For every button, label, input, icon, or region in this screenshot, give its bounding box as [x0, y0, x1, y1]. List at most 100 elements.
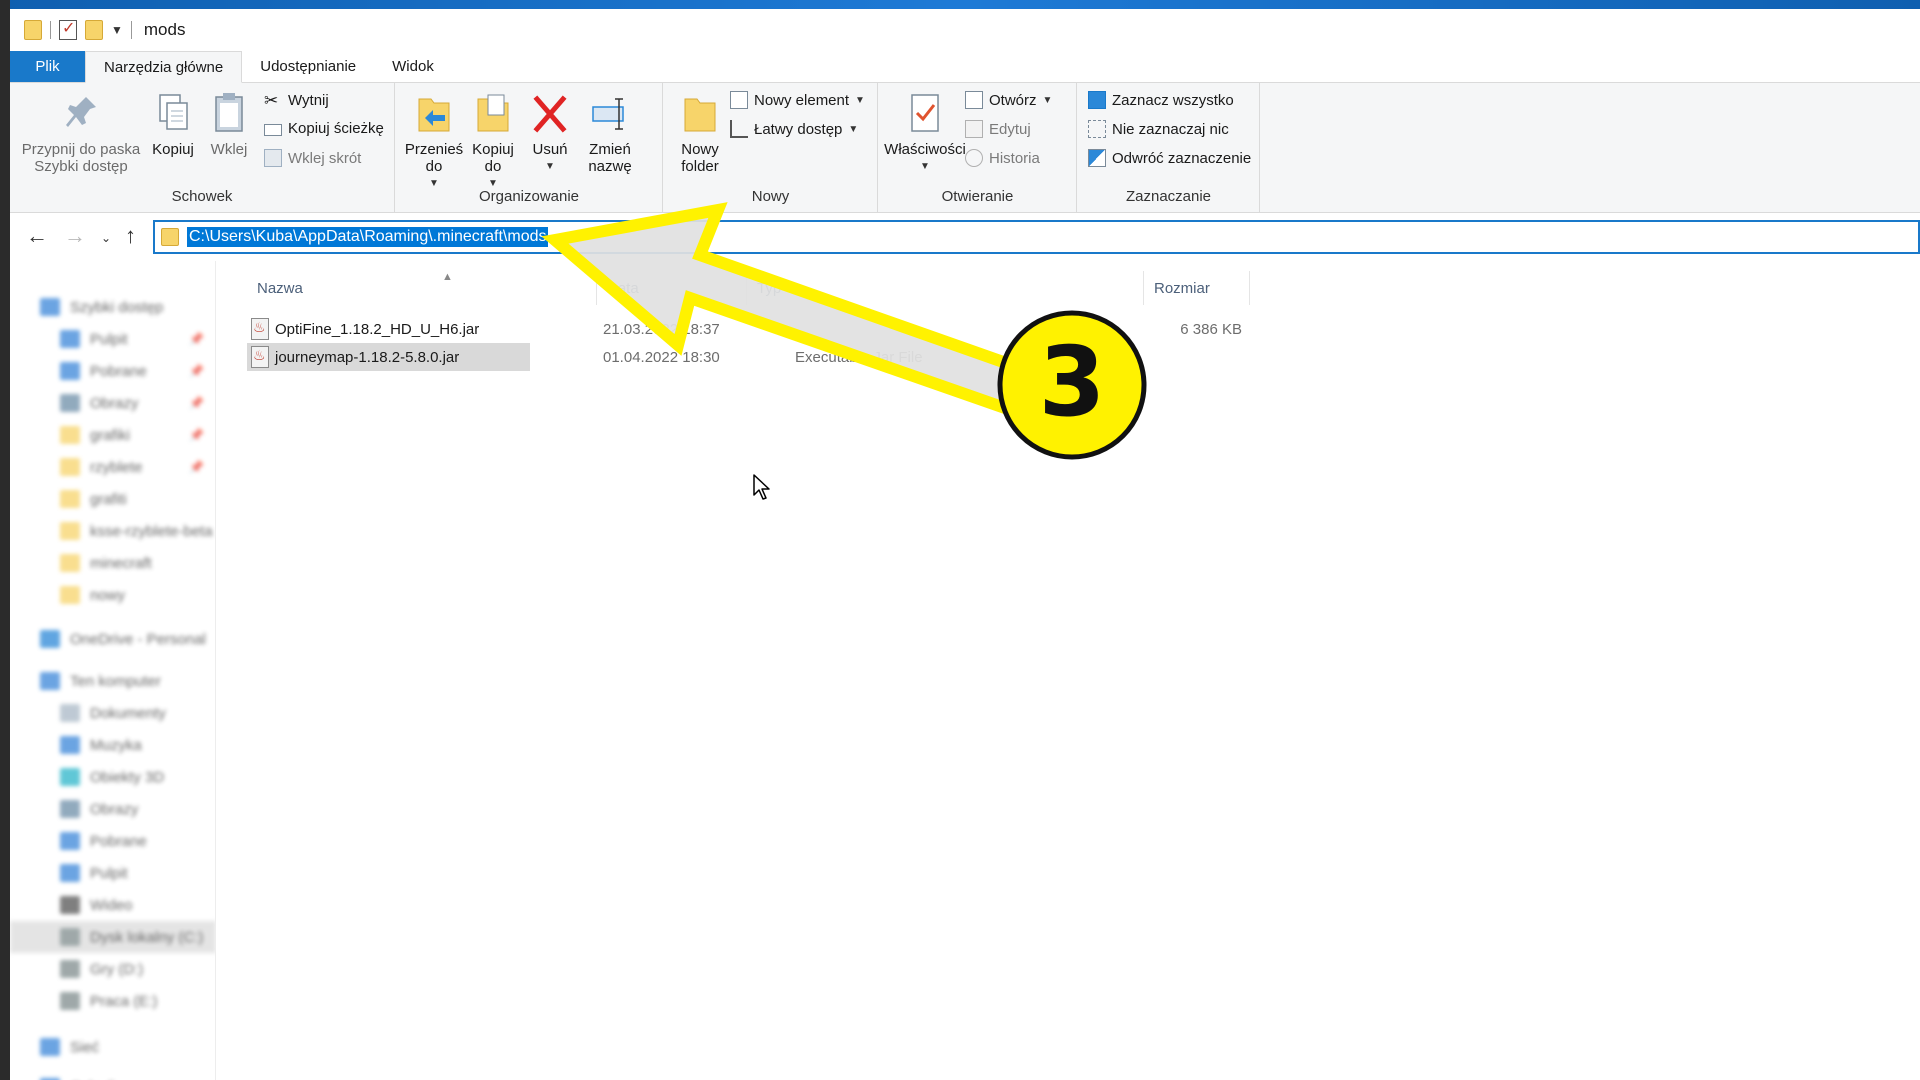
sidebar-item[interactable]: Wideo — [10, 889, 215, 921]
column-header-type[interactable]: Typ — [747, 271, 1144, 305]
cut-button[interactable]: ✂ Wytnij — [264, 91, 329, 110]
sidebar-item[interactable]: rzyblete 📌 — [10, 451, 215, 483]
sidebar-item-label: Praca (E:) — [90, 992, 158, 1010]
title-bar: ▼ mods — [10, 9, 1920, 51]
sidebar-item[interactable]: ksse-rzyblete-beta — [10, 515, 215, 547]
sidebar-item[interactable]: grafiki 📌 — [10, 419, 215, 451]
sidebar-item[interactable]: Ten komputer — [10, 665, 215, 697]
tab-file[interactable]: Plik — [10, 51, 85, 82]
paste-shortcut-button[interactable]: Wklej skrót — [264, 149, 361, 167]
tab-share[interactable]: Udostępnianie — [242, 51, 374, 82]
sidebar-item[interactable]: Sieć — [10, 1031, 215, 1063]
sidebar-item[interactable]: Dysk lokalny (C:) — [10, 921, 215, 953]
copy-label: Kopiuj — [152, 141, 194, 158]
chevron-down-icon: ▼ — [920, 161, 930, 172]
move-to-icon — [418, 98, 450, 132]
chevron-down-icon: ▼ — [1042, 94, 1053, 106]
sidebar-item-label: Ten komputer — [70, 672, 161, 690]
pin-icon: 📌 — [189, 428, 204, 442]
ribbon-tabs: Plik Narzędzia główne Udostępnianie Wido… — [10, 51, 1920, 83]
sidebar-item-label: Dokumenty — [90, 704, 166, 722]
edit-button[interactable]: Edytuj — [965, 120, 1031, 138]
sidebar-item[interactable]: grafiti — [10, 483, 215, 515]
group-label-organize: Organizowanie — [478, 188, 580, 205]
file-row-selected[interactable]: journeymap-1.18.2-5.8.0.jar — [247, 343, 530, 371]
paste-shortcut-icon — [264, 149, 282, 167]
rename-button[interactable]: Zmień nazwę — [582, 91, 638, 175]
sidebar-item[interactable]: Pobrane — [10, 825, 215, 857]
sidebar-item[interactable]: minecraft — [10, 547, 215, 579]
easy-access-button[interactable]: Łatwy dostęp ▼ — [730, 120, 858, 138]
file-type: Executable Jar File — [795, 349, 923, 366]
sidebar-item[interactable]: Pobrane 📌 — [10, 355, 215, 387]
sidebar-item[interactable]: Calculi — [10, 1071, 215, 1080]
sidebar-item[interactable]: Praca (E:) — [10, 985, 215, 1017]
sidebar-item-label: Pobrane — [90, 362, 147, 380]
paste-shortcut-label: Wklej skrót — [288, 149, 362, 167]
sidebar-item-label: nowy — [90, 586, 126, 604]
copy-button[interactable]: Kopiuj — [148, 91, 198, 158]
column-header-date[interactable]: Data — [597, 271, 747, 305]
new-folder-label: Nowy folder — [681, 141, 719, 175]
recent-locations-chevron-icon[interactable]: ⌄ — [101, 231, 111, 245]
sidebar-item[interactable]: Pulpit 📌 — [10, 323, 215, 355]
sidebar-item[interactable]: Muzyka — [10, 729, 215, 761]
file-date: 21.03.2022 18:37 — [603, 321, 720, 338]
chevron-down-icon: ▼ — [545, 161, 555, 172]
new-item-label: Nowy element — [754, 91, 850, 109]
group-label-select: Zaznaczanie — [1125, 188, 1212, 205]
sidebar-item[interactable]: Obrazy — [10, 793, 215, 825]
folder-icon — [60, 490, 80, 508]
delete-button[interactable]: Usuń ▼ — [528, 91, 572, 175]
group-label-clipboard: Schowek — [171, 188, 233, 205]
file-list: Nazwa ▲ Data Typ Rozmiar OptiFine_1.18.2… — [217, 261, 1920, 1080]
easy-access-icon — [730, 120, 748, 138]
column-date-label: Data — [607, 279, 639, 297]
sidebar-item[interactable]: Obiekty 3D — [10, 761, 215, 793]
new-folder-icon — [684, 98, 716, 132]
properties-quick-icon[interactable] — [59, 18, 77, 40]
address-bar[interactable]: C:\Users\Kuba\AppData\Roaming\.minecraft… — [153, 220, 1920, 254]
sidebar-item[interactable]: Szybki dostęp — [10, 291, 215, 323]
group-organize: Przenieś do ▼ Kopiuj do ▼ Usuń ▼ Zmień n… — [396, 83, 663, 213]
pin-quick-access-button[interactable]: Przypnij do paska Szybki dostęp — [18, 91, 144, 175]
tab-home[interactable]: Narzędzia główne — [85, 51, 243, 83]
paste-button[interactable]: Wklej — [206, 91, 252, 158]
sidebar-item[interactable]: OneDrive - Personal — [10, 623, 215, 655]
address-path-input[interactable]: C:\Users\Kuba\AppData\Roaming\.minecraft… — [187, 227, 549, 247]
copy-to-button[interactable]: Kopiuj do ▼ — [468, 91, 518, 192]
history-button[interactable]: Historia — [965, 149, 1040, 167]
forward-arrow-icon[interactable]: → — [64, 223, 86, 249]
customize-toolbar-dropdown-icon[interactable]: ▼ — [111, 23, 123, 37]
up-arrow-icon[interactable]: ↑ — [125, 223, 136, 249]
sidebar-item[interactable]: Pulpit — [10, 857, 215, 889]
copy-icon — [159, 94, 188, 130]
sidebar-item[interactable]: Dokumenty — [10, 697, 215, 729]
drive-icon — [60, 928, 80, 946]
select-none-button[interactable]: Nie zaznaczaj nic — [1088, 120, 1229, 138]
rename-icon — [592, 98, 624, 130]
sidebar-item-label: Dysk lokalny (C:) — [90, 928, 204, 946]
mouse-cursor-icon — [753, 474, 770, 500]
back-arrow-icon[interactable]: ← — [26, 223, 48, 249]
new-item-button[interactable]: Nowy element ▼ — [730, 91, 865, 109]
column-header-size[interactable]: Rozmiar — [1144, 271, 1250, 305]
sidebar-item[interactable]: nowy — [10, 579, 215, 611]
open-button[interactable]: Otwórz ▼ — [965, 91, 1052, 109]
copy-path-button[interactable]: Kopiuj ścieżkę — [264, 120, 384, 137]
invert-selection-label: Odwróć zaznaczenie — [1112, 149, 1252, 167]
new-folder-quick-icon[interactable] — [85, 20, 103, 40]
invert-selection-button[interactable]: Odwróć zaznaczenie — [1088, 149, 1251, 167]
new-folder-button[interactable]: Nowy folder — [670, 91, 730, 175]
column-header-name[interactable]: Nazwa ▲ — [247, 271, 597, 305]
tab-view[interactable]: Widok — [374, 51, 452, 82]
select-all-button[interactable]: Zaznacz wszystko — [1088, 91, 1234, 109]
properties-button[interactable]: Właściwości ▼ — [883, 91, 967, 175]
move-to-button[interactable]: Przenieś do ▼ — [404, 91, 464, 192]
sidebar-item[interactable]: Obrazy 📌 — [10, 387, 215, 419]
drive-icon — [60, 960, 80, 978]
drive-icon — [60, 992, 80, 1010]
column-size-label: Rozmiar — [1154, 279, 1210, 297]
select-none-label: Nie zaznaczaj nic — [1112, 120, 1229, 138]
sidebar-item[interactable]: Gry (D:) — [10, 953, 215, 985]
